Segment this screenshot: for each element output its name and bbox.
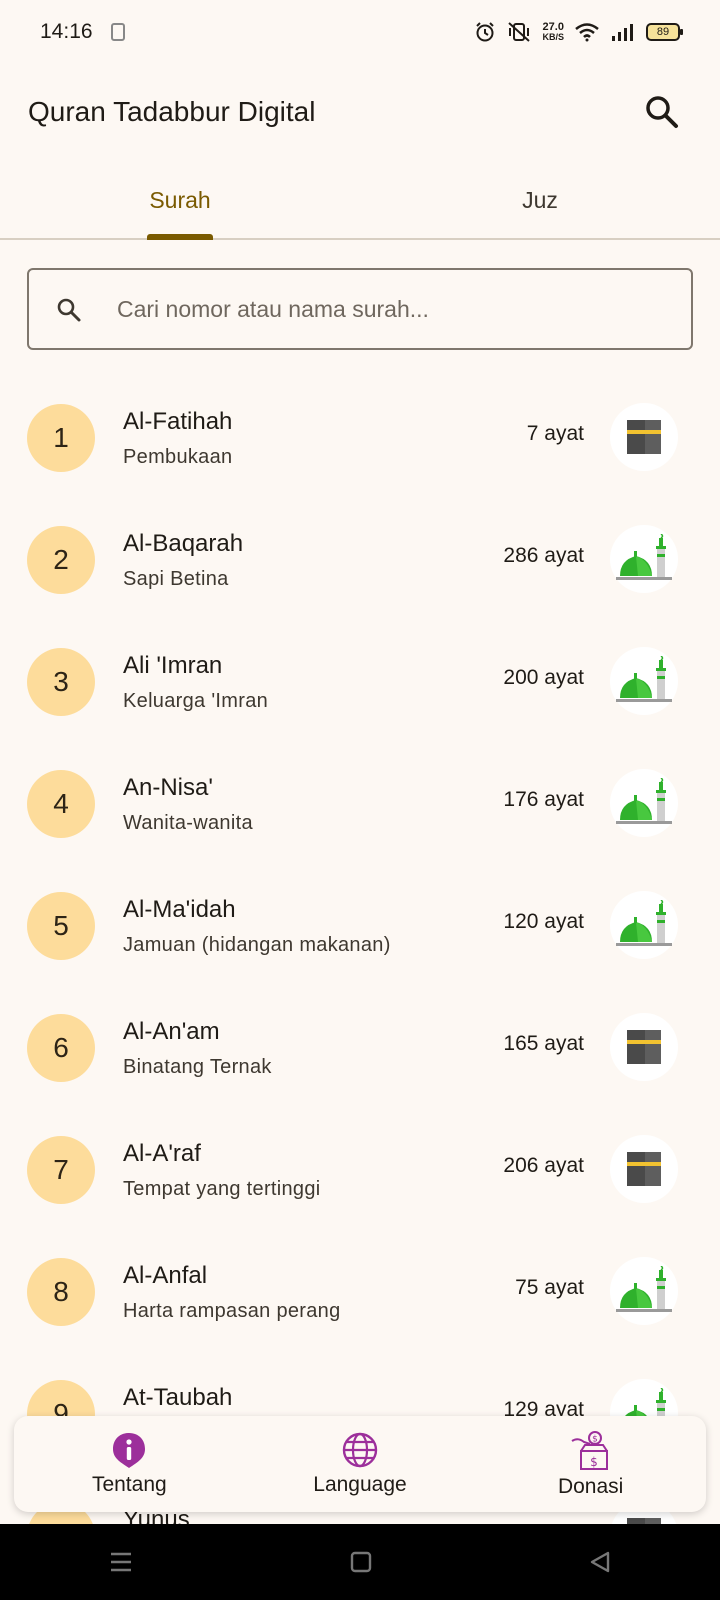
home-icon[interactable] xyxy=(349,1550,373,1574)
surah-ayat-count: 75 ayat xyxy=(515,1276,584,1299)
about-button[interactable]: Tentang xyxy=(29,1431,229,1497)
mosque-icon xyxy=(610,647,678,715)
tab-surah-label: Surah xyxy=(149,186,211,213)
system-nav-bar xyxy=(0,1524,720,1600)
status-bar: 14:16 27.0 KB/S 89 xyxy=(0,0,720,64)
tab-juz-label: Juz xyxy=(522,186,558,213)
surah-meaning: Jamuan (hidangan makanan) xyxy=(123,934,391,956)
surah-number-badge: 6 xyxy=(27,1014,95,1082)
surah-ayat-count: 120 ayat xyxy=(503,910,584,933)
surah-name: Al-A'raf xyxy=(123,1140,201,1167)
sim-icon xyxy=(110,23,125,41)
surah-ayat-count: 165 ayat xyxy=(503,1032,584,1055)
svg-text:$: $ xyxy=(590,1455,598,1469)
mosque-icon xyxy=(610,891,678,959)
net-speed: 27.0 KB/S xyxy=(542,21,564,43)
tab-juz[interactable]: Juz xyxy=(360,160,720,240)
back-icon[interactable] xyxy=(588,1550,612,1574)
surah-name: An-Nisa' xyxy=(123,774,213,801)
surah-search-input[interactable] xyxy=(117,270,677,348)
surah-number-badge: 4 xyxy=(27,770,95,838)
search-button[interactable] xyxy=(642,92,682,132)
surah-meaning: Tempat yang tertinggi xyxy=(123,1178,321,1200)
surah-number-badge: 7 xyxy=(27,1136,95,1204)
search-icon xyxy=(646,96,678,128)
surah-name: Al-Baqarah xyxy=(123,530,244,557)
net-speed-value: 27.0 xyxy=(542,21,564,33)
surah-name: Al-Fatihah xyxy=(123,408,233,435)
surah-meaning: Keluarga 'Imran xyxy=(123,690,269,712)
surah-ayat-count: 206 ayat xyxy=(503,1154,584,1177)
status-time: 14:16 xyxy=(40,20,93,43)
kaaba-icon xyxy=(610,1013,678,1081)
surah-number-badge: 8 xyxy=(27,1258,95,1326)
surah-search-field[interactable] xyxy=(27,268,693,350)
battery-icon: 89 xyxy=(646,23,683,41)
surah-row[interactable]: 6 Al-An'am Binatang Ternak 165 ayat xyxy=(0,988,720,1110)
tab-surah[interactable]: Surah xyxy=(0,160,360,240)
surah-row[interactable]: 4 An-Nisa' Wanita-wanita 176 ayat xyxy=(0,744,720,866)
surah-name: Al-Anfal xyxy=(123,1262,208,1289)
surah-meaning: Harta rampasan perang xyxy=(123,1300,341,1322)
vibrate-off-icon xyxy=(508,22,531,42)
surah-list: 1 Al-Fatihah Pembukaan 7 ayat 2 Al-Baqar… xyxy=(0,378,720,1598)
recent-apps-icon[interactable] xyxy=(108,1550,134,1574)
kaaba-icon xyxy=(610,1135,678,1203)
about-label: Tentang xyxy=(91,1473,167,1496)
language-button[interactable]: Language xyxy=(260,1431,460,1497)
tab-indicator xyxy=(147,234,213,240)
kaaba-icon xyxy=(610,403,678,471)
surah-meaning: Pembukaan xyxy=(123,446,233,468)
surah-ayat-count: 286 ayat xyxy=(503,544,584,567)
surah-number-badge: 1 xyxy=(27,404,95,472)
surah-row[interactable]: 3 Ali 'Imran Keluarga 'Imran 200 ayat xyxy=(0,622,720,744)
surah-row[interactable]: 2 Al-Baqarah Sapi Betina 286 ayat xyxy=(0,500,720,622)
mosque-icon xyxy=(610,769,678,837)
svg-text:$: $ xyxy=(592,1435,598,1445)
surah-number-badge: 2 xyxy=(27,526,95,594)
donation-button[interactable]: $ $ Donasi xyxy=(491,1429,691,1499)
surah-ayat-count: 7 ayat xyxy=(526,422,584,445)
donation-icon: $ $ xyxy=(571,1431,608,1470)
mosque-icon xyxy=(610,525,678,593)
info-icon xyxy=(113,1433,146,1468)
surah-row[interactable]: 5 Al-Ma'idah Jamuan (hidangan makanan) 1… xyxy=(0,866,720,988)
signal-icon xyxy=(612,24,633,41)
surah-meaning: Sapi Betina xyxy=(123,568,229,590)
donation-label: Donasi xyxy=(557,1475,624,1498)
globe-icon xyxy=(342,1432,378,1468)
app-title: Quran Tadabbur Digital xyxy=(28,96,316,127)
app-bar: Quran Tadabbur Digital xyxy=(0,76,720,152)
surah-name: Ali 'Imran xyxy=(123,652,223,679)
search-icon xyxy=(57,298,81,322)
surah-number-badge: 5 xyxy=(27,892,95,960)
alarm-icon xyxy=(476,22,495,42)
mosque-icon xyxy=(610,1257,678,1325)
language-label: Language xyxy=(313,1473,407,1496)
surah-name: Al-Ma'idah xyxy=(123,896,236,923)
surah-ayat-count: 200 ayat xyxy=(503,666,584,689)
surah-number-badge: 3 xyxy=(27,648,95,716)
surah-name: At-Taubah xyxy=(123,1384,233,1411)
surah-row[interactable]: 7 Al-A'raf Tempat yang tertinggi 206 aya… xyxy=(0,1110,720,1232)
tab-bar: Surah Juz xyxy=(0,160,720,240)
net-speed-unit: KB/S xyxy=(542,32,564,42)
wifi-icon xyxy=(575,23,599,42)
surah-row[interactable]: 1 Al-Fatihah Pembukaan 7 ayat xyxy=(0,378,720,500)
surah-meaning: Binatang Ternak xyxy=(123,1056,272,1078)
surah-meaning: Wanita-wanita xyxy=(123,812,253,834)
surah-name: Al-An'am xyxy=(123,1018,220,1045)
bottom-action-bar: Tentang Language $ $ Donasi xyxy=(14,1416,706,1512)
surah-ayat-count: 176 ayat xyxy=(503,788,584,811)
surah-row[interactable]: 8 Al-Anfal Harta rampasan perang 75 ayat xyxy=(0,1232,720,1354)
